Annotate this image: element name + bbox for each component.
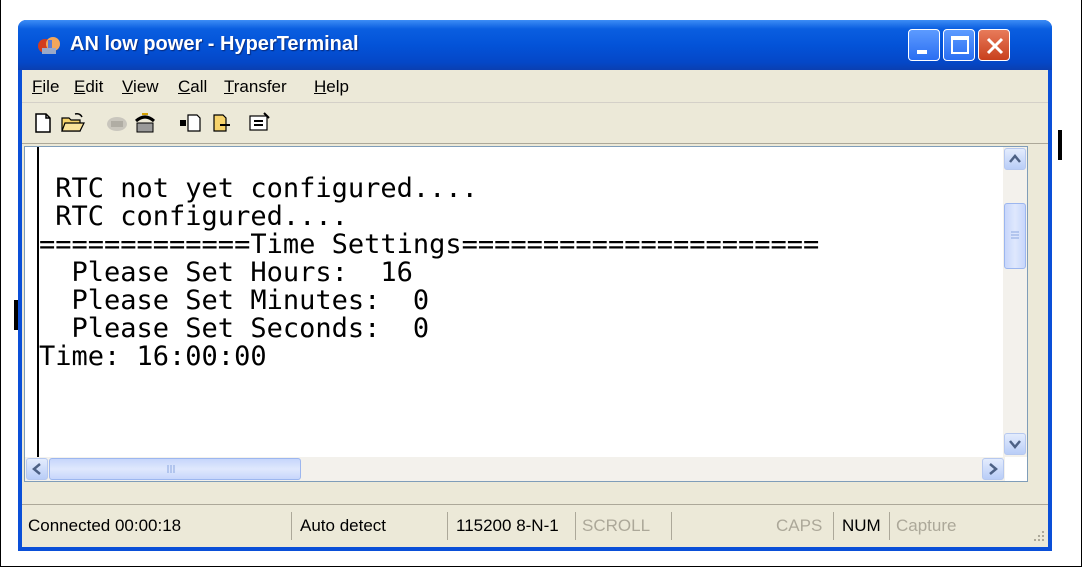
menu-call[interactable]: Call — [178, 77, 207, 97]
chevron-left-icon — [32, 463, 41, 475]
scroll-up-button[interactable] — [1004, 148, 1026, 170]
terminal-line: Please Set Seconds: 0 — [39, 313, 430, 344]
scroll-right-button[interactable] — [982, 458, 1004, 480]
horizontal-scrollbar[interactable] — [25, 457, 1005, 481]
status-bar: Connected 00:00:18 Auto detect 115200 8-… — [22, 504, 1048, 547]
receive-file-icon[interactable] — [208, 111, 234, 135]
close-icon — [986, 37, 1004, 55]
status-port-settings: 115200 8-N-1 — [452, 512, 576, 540]
menu-bar: File Edit View Call Transfer Help — [22, 70, 1048, 103]
status-caps: CAPS — [772, 512, 834, 540]
status-num: NUM — [838, 512, 890, 540]
close-button[interactable] — [978, 29, 1010, 61]
menu-help[interactable]: Help — [314, 77, 349, 97]
grip-lines-icon — [167, 465, 175, 473]
vertical-scroll-thumb[interactable] — [1004, 203, 1026, 269]
menu-view[interactable]: View — [122, 77, 159, 97]
properties-icon[interactable] — [246, 111, 272, 135]
menu-file[interactable]: File — [32, 77, 59, 97]
status-connected: Connected 00:00:18 — [24, 512, 292, 540]
new-document-icon[interactable] — [30, 111, 56, 135]
disconnect-icon[interactable] — [104, 111, 130, 135]
send-file-icon[interactable] — [178, 111, 204, 135]
chevron-down-icon — [1009, 440, 1021, 449]
scroll-down-button[interactable] — [1004, 433, 1026, 455]
scroll-left-button[interactable] — [26, 458, 48, 480]
chevron-up-icon — [1009, 154, 1021, 163]
terminal-line: RTC not yet configured.... — [39, 173, 478, 204]
horizontal-scroll-thumb[interactable] — [49, 458, 301, 480]
terminal-line: Please Set Minutes: 0 — [39, 285, 430, 316]
vertical-scrollbar[interactable] — [1003, 147, 1027, 457]
menu-transfer[interactable]: Transfer — [224, 77, 287, 97]
terminal-line: Time: 16:00:00 — [39, 341, 267, 372]
open-folder-icon[interactable] — [60, 111, 86, 135]
title-bar[interactable]: AN low power - HyperTerminal — [18, 20, 1052, 70]
window-client-area: File Edit View Call Transfer Help RTC no… — [22, 70, 1048, 547]
terminal-area[interactable]: RTC not yet configured.... RTC configure… — [24, 146, 1028, 482]
connect-phone-icon[interactable] — [132, 111, 158, 135]
terminal-line: =============Time Settings==============… — [39, 229, 820, 260]
margin-mark — [1058, 130, 1062, 160]
hyperterminal-icon — [38, 37, 60, 54]
toolbar — [22, 103, 1048, 144]
status-detect: Auto detect — [296, 512, 448, 540]
terminal-line: Please Set Hours: 16 — [39, 257, 413, 288]
maximize-icon — [951, 36, 969, 54]
minimize-icon — [917, 50, 927, 54]
margin-mark — [14, 300, 18, 330]
terminal-line: RTC configured.... — [39, 201, 348, 232]
chevron-right-icon — [989, 463, 998, 475]
menu-edit[interactable]: Edit — [74, 77, 103, 97]
terminal-output: RTC not yet configured.... RTC configure… — [37, 147, 994, 479]
menu-file-rest: ile — [42, 77, 60, 96]
grip-lines-icon — [1011, 231, 1019, 239]
status-scroll: SCROLL — [578, 512, 672, 540]
status-capture: Capture — [896, 516, 957, 535]
resize-grip-icon[interactable] — [1028, 527, 1046, 545]
hyperterminal-window: AN low power - HyperTerminal File Edit V… — [18, 20, 1052, 551]
window-title: AN low power - HyperTerminal — [70, 33, 359, 55]
maximize-button[interactable] — [943, 29, 975, 61]
minimize-button[interactable] — [908, 29, 940, 61]
